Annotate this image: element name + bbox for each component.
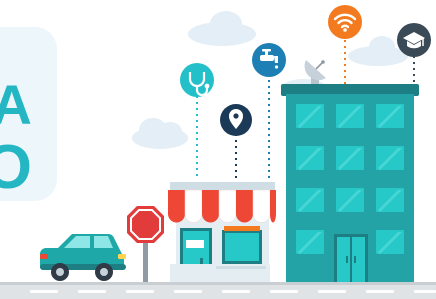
smart-city-illustration: A O <box>0 0 436 299</box>
city-scene <box>0 5 436 299</box>
shop-building <box>168 182 276 282</box>
faucet-icon <box>252 43 286 77</box>
car <box>40 233 126 281</box>
office-building <box>281 84 419 282</box>
cloud-top <box>188 11 256 46</box>
wifi-icon <box>328 5 362 39</box>
graduation-cap-icon <box>397 23 431 57</box>
stethoscope-icon <box>180 63 214 97</box>
building-door <box>334 234 368 282</box>
road <box>0 282 436 299</box>
location-pin-icon <box>220 104 252 136</box>
shop-window <box>222 226 262 264</box>
cloud-left <box>132 118 188 149</box>
stop-sign <box>127 206 164 282</box>
